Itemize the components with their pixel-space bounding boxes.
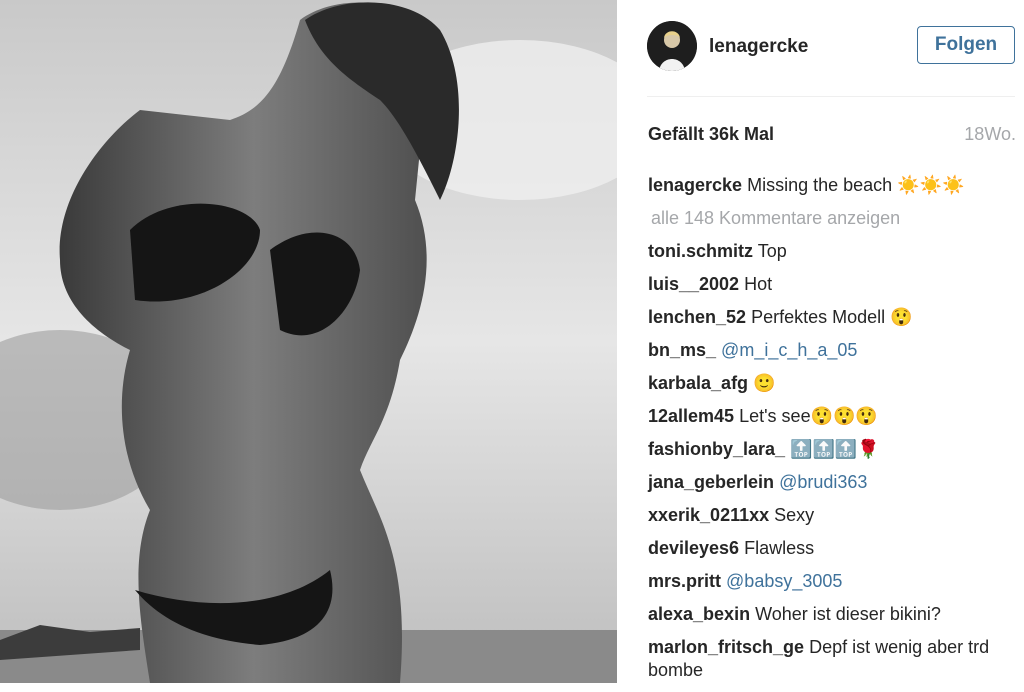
comment-username[interactable]: 12allem45 — [648, 406, 734, 426]
comment-text: 🙂 — [753, 373, 776, 393]
comment-username[interactable]: fashionby_lara_ — [648, 439, 785, 459]
like-count[interactable]: Gefällt 36k Mal — [648, 124, 774, 145]
comment-username[interactable]: bn_ms_ — [648, 340, 716, 360]
comment-username[interactable]: luis__2002 — [648, 274, 739, 294]
comment-mention-link[interactable]: @brudi363 — [779, 472, 867, 492]
comment-username[interactable]: jana_geberlein — [648, 472, 774, 492]
comment-row: mrs.pritt @babsy_3005 — [648, 570, 1018, 593]
comment-row: 12allem45 Let's see😲😲😲 — [648, 405, 1018, 428]
post-photo[interactable] — [0, 0, 617, 683]
show-all-comments-link[interactable]: alle 148 Kommentare anzeigen — [648, 207, 1018, 230]
comment-username[interactable]: alexa_bexin — [648, 604, 750, 624]
comment-text: Woher ist dieser bikini? — [755, 604, 941, 624]
comment-row: xxerik_0211xx Sexy — [648, 504, 1018, 527]
comment-row: lenchen_52 Perfektes Modell 😲 — [648, 306, 1018, 329]
comment-row: karbala_afg 🙂 — [648, 372, 1018, 395]
comment-username[interactable]: karbala_afg — [648, 373, 748, 393]
comment-mention-link[interactable]: @babsy_3005 — [726, 571, 842, 591]
comment-mention-link[interactable]: @m_i_c_h_a_05 — [721, 340, 857, 360]
header-divider — [647, 96, 1015, 97]
comment-text: Perfektes Modell 😲 — [751, 307, 913, 327]
avatar[interactable] — [647, 21, 697, 71]
comment-text: Sexy — [774, 505, 815, 525]
comment-text: Top — [757, 241, 787, 261]
comment-list: lenagercke Missing the beach ☀️☀️☀️ alle… — [648, 174, 1018, 692]
comment-row: devileyes6 Flawless — [648, 537, 1018, 560]
comment-row: luis__2002 Hot — [648, 273, 1018, 296]
comment-username[interactable]: lenchen_52 — [648, 307, 746, 327]
beach-photo-illustration — [0, 0, 617, 683]
caption-username[interactable]: lenagercke — [648, 175, 742, 195]
comment-row: fashionby_lara_ 🔝🔝🔝🌹 — [648, 438, 1018, 461]
post-timestamp[interactable]: 18Wo. — [964, 124, 1016, 145]
comment-username[interactable]: mrs.pritt — [648, 571, 721, 591]
comment-text: Flawless — [744, 538, 815, 558]
post-caption: lenagercke Missing the beach ☀️☀️☀️ — [648, 174, 1018, 197]
comment-row: bn_ms_ @m_i_c_h_a_05 — [648, 339, 1018, 362]
comment-username[interactable]: devileyes6 — [648, 538, 739, 558]
caption-text: Missing the beach ☀️☀️☀️ — [747, 175, 965, 195]
comment-row: toni.schmitz Top — [648, 240, 1018, 263]
comment-text: Let's see😲😲😲 — [739, 406, 878, 426]
comment-username[interactable]: toni.schmitz — [648, 241, 753, 261]
comment-username[interactable]: marlon_fritsch_ge — [648, 637, 804, 657]
comment-username[interactable]: xxerik_0211xx — [648, 505, 769, 525]
profile-picture-icon — [647, 21, 697, 71]
follow-button[interactable]: Folgen — [917, 26, 1015, 64]
comment-row: jana_geberlein @brudi363 — [648, 471, 1018, 494]
post-header: lenagercke Folgen — [617, 0, 1024, 96]
comment-row: marlon_fritsch_ge Depf ist wenig aber tr… — [648, 636, 1018, 682]
post-author-username[interactable]: lenagercke — [709, 36, 808, 58]
post-sidebar: lenagercke Folgen Gefällt 36k Mal 18Wo. … — [617, 0, 1024, 683]
comment-text: 🔝🔝🔝🌹 — [790, 439, 880, 459]
comment-text: Hot — [744, 274, 773, 294]
comment-row: alexa_bexin Woher ist dieser bikini? — [648, 603, 1018, 626]
